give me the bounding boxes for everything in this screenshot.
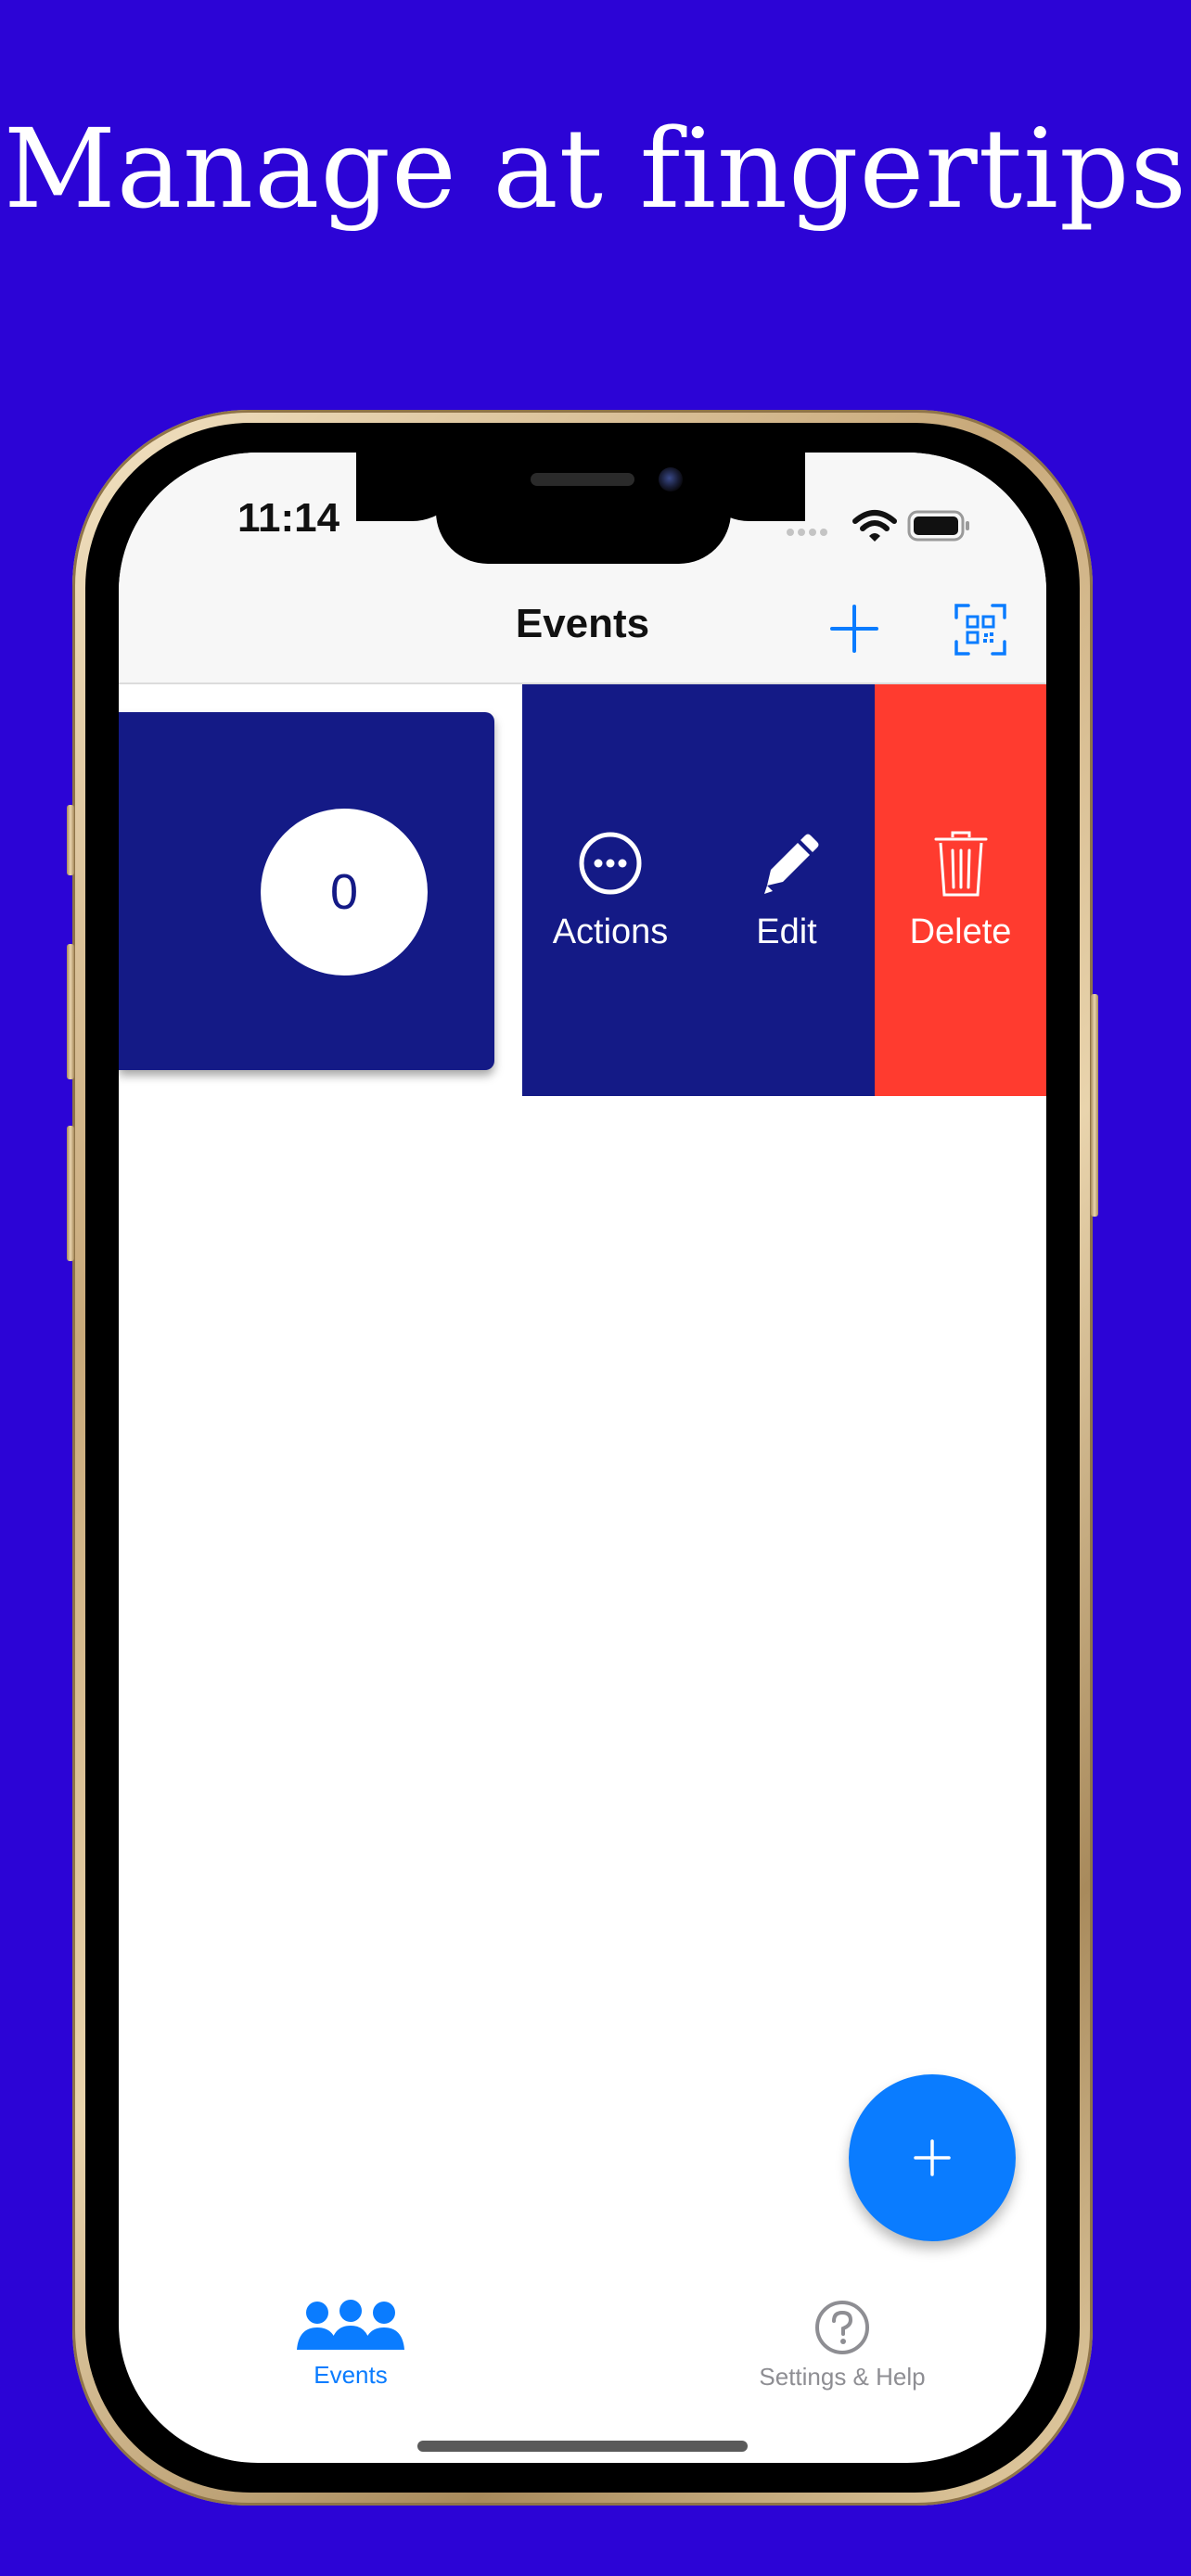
tab-settings-help-label: Settings & Help	[759, 2363, 926, 2391]
phone-notch	[436, 453, 731, 564]
event-count-badge: 0	[261, 809, 428, 976]
event-row-card[interactable]: 0	[119, 712, 494, 1070]
floating-add-button[interactable]	[849, 2074, 1016, 2241]
question-circle-icon	[815, 2301, 869, 2354]
phone-screen: 11:14 Events 0 Actions Edit Delete Event…	[119, 453, 1046, 2463]
page-title: Events	[515, 601, 650, 646]
wifi-icon	[852, 510, 897, 542]
plus-icon	[914, 2139, 951, 2176]
actions-button[interactable]: Actions	[522, 684, 698, 1096]
qr-code-icon[interactable]	[954, 603, 1007, 657]
edit-label: Edit	[756, 912, 817, 951]
swipe-actions: Actions Edit Delete	[522, 684, 1046, 1096]
home-indicator[interactable]	[417, 2441, 748, 2452]
battery-icon	[907, 510, 969, 542]
phone-volume-down-button	[67, 1126, 74, 1261]
pencil-icon	[764, 834, 819, 894]
edit-button[interactable]: Edit	[698, 684, 875, 1096]
phone-power-button	[1091, 994, 1098, 1217]
tab-events[interactable]: Events	[267, 2300, 434, 2390]
delete-button[interactable]: Delete	[875, 684, 1046, 1096]
people-icon	[297, 2300, 404, 2350]
delete-label: Delete	[909, 912, 1012, 951]
trash-icon	[934, 831, 987, 897]
earpiece-speaker	[531, 473, 634, 486]
actions-label: Actions	[552, 912, 669, 951]
phone-side-button	[67, 805, 74, 875]
add-event-button[interactable]	[828, 603, 880, 655]
ellipsis-circle-icon	[579, 832, 642, 895]
tab-events-label: Events	[314, 2361, 388, 2389]
phone-volume-up-button	[67, 944, 74, 1079]
cellular-signal-icon	[787, 529, 831, 536]
status-time: 11:14	[237, 495, 340, 541]
tab-settings-help[interactable]: Settings & Help	[722, 2300, 963, 2391]
front-camera	[659, 467, 683, 491]
promo-headline: Manage at fingertips	[3, 105, 1188, 233]
